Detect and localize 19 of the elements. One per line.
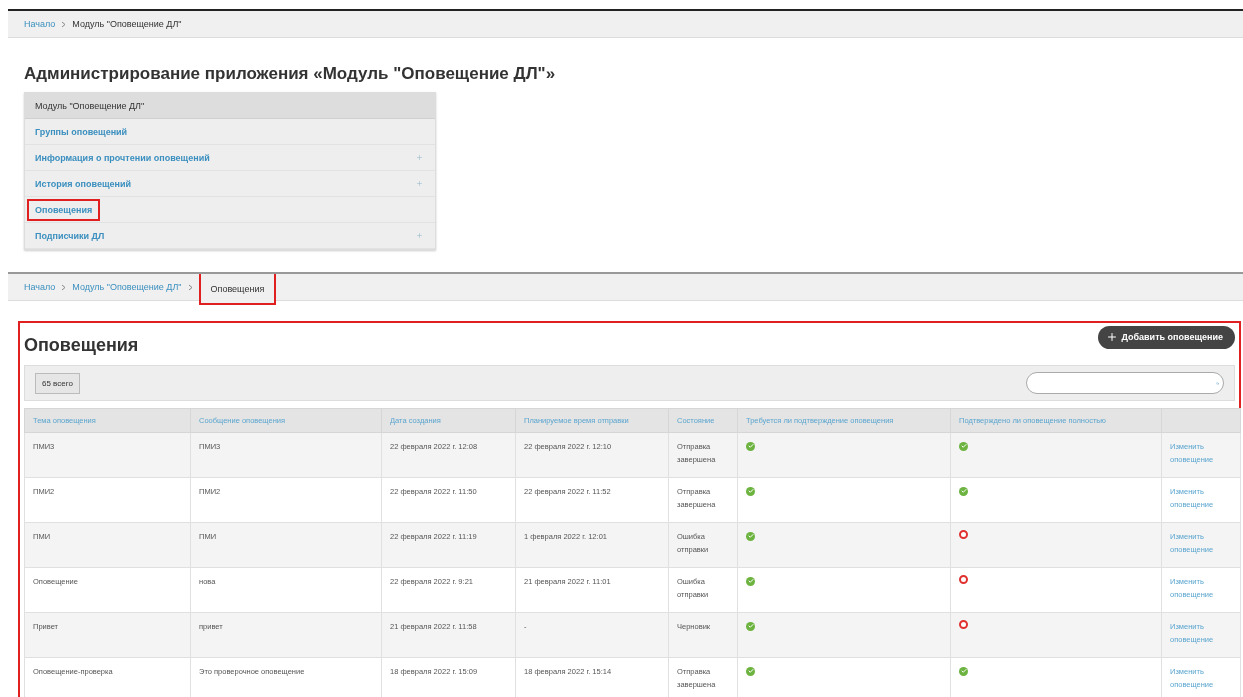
menu-link[interactable]: Группы оповещений [27, 120, 136, 143]
plus-icon[interactable] [416, 230, 423, 241]
menu-link[interactable]: Подписчики ДЛ [27, 224, 113, 247]
breadcrumb-current: Оповещения [198, 274, 277, 305]
total-count: 65 всего [35, 372, 80, 394]
chevron-icon [61, 20, 67, 28]
chevron-icon [187, 283, 193, 291]
search-field[interactable] [1026, 372, 1224, 394]
menu-link[interactable]: Оповещения [27, 198, 101, 221]
add-button[interactable]: Добавить оповещение [1098, 325, 1235, 349]
plus-icon[interactable] [416, 178, 423, 189]
plus-icon[interactable] [416, 152, 423, 163]
plus-icon [1106, 331, 1119, 343]
menu-link[interactable]: История оповещений [27, 172, 139, 195]
menu-header: Модуль "Оповещение ДЛ" [25, 93, 435, 119]
page-title: Администрирование приложения «Модуль "Оповещение ДЛ"» [24, 64, 557, 84]
panel-title: Оповещения [24, 334, 139, 356]
chevron-icon [61, 283, 67, 291]
menu-link[interactable]: Информация о прочтении оповещений [27, 146, 218, 169]
